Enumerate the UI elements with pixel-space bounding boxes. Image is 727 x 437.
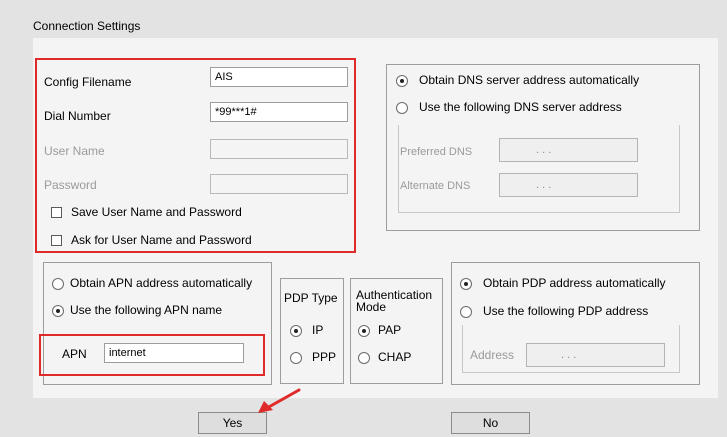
apn-auto-label: Obtain APN address automatically bbox=[70, 276, 253, 290]
alternate-dns-label: Alternate DNS bbox=[400, 180, 471, 192]
apn-manual-label: Use the following APN name bbox=[70, 303, 223, 317]
dns-auto-radio[interactable] bbox=[396, 75, 408, 87]
pdp-type-ip-label: IP bbox=[312, 323, 324, 337]
preferred-dns-label: Preferred DNS bbox=[400, 146, 473, 158]
dns-manual-label: Use the following DNS server address bbox=[419, 100, 622, 114]
pdp-type-ip-radio[interactable] bbox=[290, 325, 302, 337]
pdp-type-ppp-label: PPP bbox=[312, 350, 337, 364]
save-credentials-checkbox[interactable] bbox=[51, 207, 62, 218]
apn-name-label: APN bbox=[62, 347, 87, 361]
alternate-dns-field[interactable]: . . . bbox=[499, 173, 638, 197]
pdp-type-title: PDP Type bbox=[284, 291, 338, 305]
config-filename-field[interactable]: AIS bbox=[210, 67, 348, 87]
ask-credentials-checkbox[interactable] bbox=[51, 235, 62, 246]
username-label: User Name bbox=[44, 144, 105, 158]
preferred-dns-field[interactable]: . . . bbox=[499, 138, 638, 162]
dial-number-field[interactable]: *99***1# bbox=[210, 102, 348, 122]
preferred-dns-separators: . . . bbox=[536, 144, 552, 156]
ask-credentials-label: Ask for User Name and Password bbox=[71, 233, 252, 247]
pdp-address-separators: . . . bbox=[561, 349, 577, 361]
apn-auto-radio[interactable] bbox=[52, 278, 64, 290]
pdp-type-ppp-radio[interactable] bbox=[290, 352, 302, 364]
no-button[interactable]: No bbox=[451, 412, 530, 434]
dns-manual-radio[interactable] bbox=[396, 102, 408, 114]
pdp-address-label: Address bbox=[470, 348, 515, 362]
dial-number-label: Dial Number bbox=[44, 109, 111, 123]
apn-name-field[interactable]: internet bbox=[104, 343, 244, 363]
pdp-manual-radio[interactable] bbox=[460, 306, 472, 318]
auth-pap-label: PAP bbox=[378, 323, 402, 337]
auth-mode-title-2: Mode bbox=[356, 300, 387, 314]
auth-pap-radio[interactable] bbox=[358, 325, 370, 337]
auth-chap-label: CHAP bbox=[378, 350, 412, 364]
pdp-manual-label: Use the following PDP address bbox=[483, 304, 649, 318]
save-credentials-label: Save User Name and Password bbox=[71, 205, 242, 219]
auth-chap-radio[interactable] bbox=[358, 352, 370, 364]
config-filename-label: Config Filename bbox=[44, 75, 132, 89]
password-label: Password bbox=[44, 178, 97, 192]
pdp-auto-label: Obtain PDP address automatically bbox=[483, 276, 666, 290]
pdp-address-field[interactable]: . . . bbox=[526, 343, 665, 367]
dialog-title: Connection Settings bbox=[33, 19, 141, 33]
apn-manual-radio[interactable] bbox=[52, 305, 64, 317]
pointer-arrow-icon bbox=[258, 388, 301, 413]
pdp-auto-radio[interactable] bbox=[460, 278, 472, 290]
username-field[interactable] bbox=[210, 139, 348, 159]
password-field[interactable] bbox=[210, 174, 348, 194]
alternate-dns-separators: . . . bbox=[536, 179, 552, 191]
dns-auto-label: Obtain DNS server address automatically bbox=[419, 73, 640, 87]
